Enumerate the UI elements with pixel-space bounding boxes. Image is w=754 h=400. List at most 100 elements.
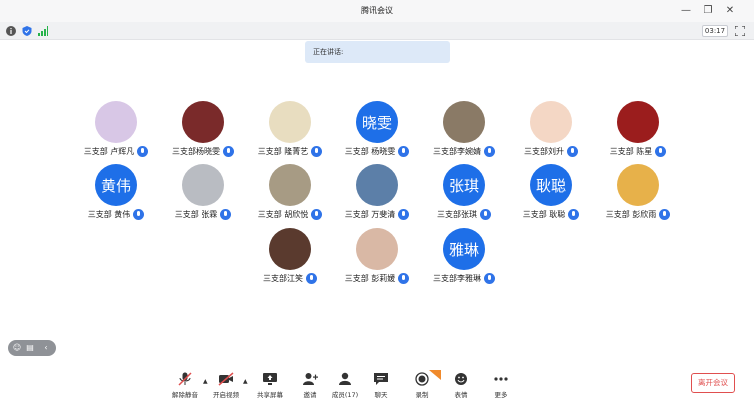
members-button[interactable]: 成员(17): [327, 372, 363, 399]
participant-tile[interactable]: 三支部 卢辉凡: [72, 101, 160, 165]
participant-tile[interactable]: 三支部 彭莉媛: [333, 228, 421, 292]
signal-icon[interactable]: [38, 26, 48, 36]
members-icon: [339, 372, 351, 385]
participant-name: 三支部 黄伟: [87, 210, 131, 219]
participant-tile[interactable]: 三支部 彭欣雨: [594, 164, 682, 228]
minimize-icon[interactable]: —: [678, 3, 694, 19]
mic-off-icon: [178, 372, 192, 386]
video-options-caret[interactable]: ▲: [243, 378, 248, 385]
participant-label: 三支部 卢辉凡: [72, 146, 160, 157]
participant-tile[interactable]: 三支部 隆菁艺: [246, 101, 334, 165]
avatar: [95, 101, 137, 143]
chat-button[interactable]: 聊天: [363, 372, 399, 399]
emoji-icon: [455, 373, 467, 385]
camera-off-icon: [218, 372, 234, 386]
close-icon[interactable]: ✕: [722, 3, 738, 19]
participant-label: 三支部 耿聪: [507, 209, 595, 220]
mute-options-caret[interactable]: ▲: [203, 378, 208, 385]
fullscreen-icon[interactable]: [735, 26, 745, 36]
emoji-button[interactable]: 表情: [443, 372, 479, 399]
participant-name: 三支部张琪: [437, 210, 477, 219]
mic-icon: [568, 209, 580, 220]
participant-label: 三支部 黄伟: [72, 209, 160, 220]
shield-icon[interactable]: [22, 26, 32, 36]
participant-label: 三支部江笑: [246, 273, 334, 284]
participant-name: 三支部 彭莉媛: [344, 274, 396, 283]
chat-icon[interactable]: ▤: [25, 343, 35, 353]
participant-tile[interactable]: 三支部 胡欣悦: [246, 164, 334, 228]
participant-label: 三支部 彭欣雨: [594, 209, 682, 220]
mic-icon: [567, 146, 578, 157]
title-bar: 腾讯会议 — ❐ ✕: [0, 0, 754, 22]
participant-tile[interactable]: 晓雯三支部 杨晓雯: [333, 101, 421, 165]
more-button[interactable]: 更多: [483, 372, 519, 399]
participant-label: 三支部 彭莉媛: [333, 273, 421, 284]
participant-name: 三支部刘升: [524, 147, 564, 156]
participant-name: 三支部 胡欣悦: [257, 210, 309, 219]
meeting-timer: 03:17: [702, 25, 728, 37]
mic-icon: [306, 273, 317, 284]
bottom-toolbar: 解除静音 ▲ 开启视频 ▲ 共享屏幕 邀请 成员(17) 聊天 录制 表情 更多: [0, 364, 754, 400]
avatar: [269, 228, 311, 270]
mic-icon: [484, 273, 495, 284]
participant-tile[interactable]: 三支部杨晓雯: [159, 101, 247, 165]
avatar: [356, 164, 398, 206]
participant-label: 三支部 万斐清: [333, 209, 421, 220]
avatar: 黄伟: [95, 164, 137, 206]
participant-tile[interactable]: 三支部 万斐清: [333, 164, 421, 228]
restore-icon[interactable]: ❐: [700, 3, 716, 19]
add-user-icon: [303, 373, 318, 385]
participant-name: 三支部 张霖: [174, 210, 218, 219]
participant-label: 三支部刘升: [507, 146, 595, 157]
participant-label: 三支部 隆菁艺: [246, 146, 334, 157]
participant-tile[interactable]: 三支部刘升: [507, 101, 595, 165]
participant-tile[interactable]: 三支部 张霖: [159, 164, 247, 228]
participant-name: 三支部李婉婧: [433, 147, 481, 156]
participant-tile[interactable]: 三支部 陈星: [594, 101, 682, 165]
participant-label: 三支部张琪: [420, 209, 508, 220]
record-icon: [415, 372, 429, 386]
mic-icon: [137, 146, 149, 157]
avatar: 晓雯: [356, 101, 398, 143]
participant-tile[interactable]: 雅琳 三支部李雅琳: [420, 228, 508, 292]
participant-tile[interactable]: 三支部江笑: [246, 228, 334, 292]
participant-label: 三支部杨晓雯: [159, 146, 247, 157]
invite-button[interactable]: 邀请: [292, 372, 328, 399]
avatar: [530, 101, 572, 143]
mic-icon: [655, 146, 667, 157]
participant-tile[interactable]: 黄伟三支部 黄伟: [72, 164, 160, 228]
leave-meeting-button[interactable]: 离开会议: [691, 373, 735, 393]
avatar: 耿聪: [530, 164, 572, 206]
collapse-icon[interactable]: ‹: [41, 343, 51, 353]
share-screen-button[interactable]: 共享屏幕: [252, 372, 288, 399]
avatar: [182, 101, 224, 143]
participant-label: 三支部 张霖: [159, 209, 247, 220]
participant-name: 三支部 万斐清: [344, 210, 396, 219]
mic-icon: [220, 209, 232, 220]
speaking-indicator: 正在讲话:: [305, 41, 450, 63]
share-screen-icon: [263, 373, 277, 385]
info-icon[interactable]: [6, 26, 16, 36]
floating-controls: ☺ ▤ ‹: [8, 340, 56, 356]
mic-icon: [398, 209, 410, 220]
participant-tile[interactable]: 三支部李婉婧: [420, 101, 508, 165]
participant-name: 三支部 耿聪: [522, 210, 566, 219]
participant-label: 三支部 陈星: [594, 146, 682, 157]
participant-name: 三支部 彭欣雨: [605, 210, 657, 219]
mute-button[interactable]: 解除静音: [167, 372, 203, 399]
emoji-icon[interactable]: ☺: [12, 343, 22, 353]
participant-tile[interactable]: 耿聪三支部 耿聪: [507, 164, 595, 228]
video-button[interactable]: 开启视频: [208, 372, 244, 399]
mic-icon: [311, 209, 323, 220]
chat-icon: [374, 373, 388, 385]
participant-name: 三支部 杨晓雯: [344, 147, 396, 156]
participant-name: 三支部 卢辉凡: [83, 147, 135, 156]
mic-icon: [311, 146, 323, 157]
participant-name: 三支部江笑: [263, 274, 303, 283]
window-title: 腾讯会议: [361, 6, 393, 15]
participant-tile[interactable]: 张琪 三支部张琪: [420, 164, 508, 228]
avatar: [356, 228, 398, 270]
mic-icon: [659, 209, 671, 220]
avatar: [182, 164, 224, 206]
record-badge-icon: [429, 370, 441, 380]
